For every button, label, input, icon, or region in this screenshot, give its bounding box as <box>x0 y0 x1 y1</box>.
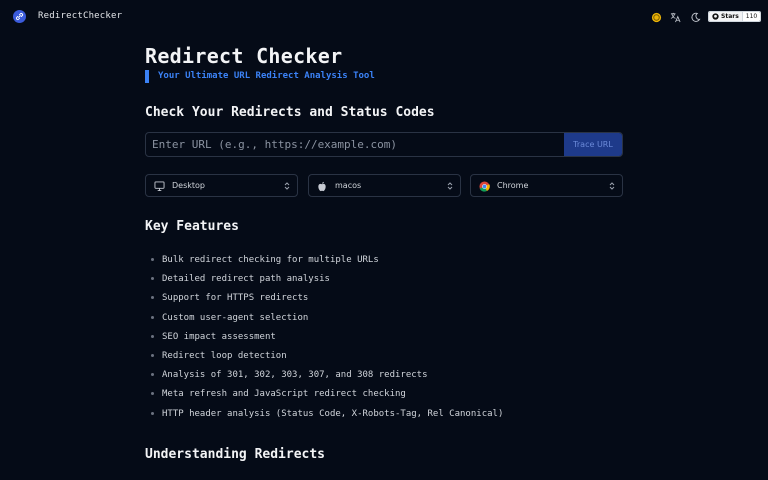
list-item: HTTP header analysis (Status Code, X-Rob… <box>150 408 503 427</box>
trace-url-button[interactable]: Trace URL <box>564 133 622 156</box>
apple-icon <box>316 180 328 192</box>
list-item: Bulk redirect checking for multiple URLs <box>150 254 503 273</box>
chrome-icon <box>478 180 490 192</box>
list-item: Detailed redirect path analysis <box>150 273 503 292</box>
github-stars-badge[interactable]: Stars 110 <box>708 11 762 22</box>
top-navbar: RedirectChecker Stars 110 <box>0 0 768 34</box>
url-input[interactable] <box>146 133 564 156</box>
github-stars-count: 110 <box>741 12 761 21</box>
list-item: Meta refresh and JavaScript redirect che… <box>150 388 503 407</box>
link-logo-icon[interactable] <box>13 10 26 23</box>
browser-select-value: Chrome <box>497 181 529 190</box>
device-select[interactable]: Desktop <box>145 174 298 197</box>
chevron-up-down-icon <box>608 180 616 192</box>
chevron-up-down-icon <box>446 180 454 192</box>
translate-icon[interactable] <box>669 11 681 23</box>
list-item: Redirect loop detection <box>150 350 503 369</box>
page-title: Redirect Checker <box>145 44 343 68</box>
list-item: Support for HTTPS redirects <box>150 292 503 311</box>
device-select-value: Desktop <box>172 181 205 190</box>
browser-select[interactable]: Chrome <box>470 174 623 197</box>
features-list: Bulk redirect checking for multiple URLs… <box>150 254 503 427</box>
features-heading: Key Features <box>145 219 239 234</box>
brand-name[interactable]: RedirectChecker <box>38 11 122 21</box>
monitor-icon <box>153 180 165 192</box>
list-item: Analysis of 301, 302, 303, 307, and 308 … <box>150 369 503 388</box>
list-item: SEO impact assessment <box>150 331 503 350</box>
tagline-accent-bar <box>145 70 149 83</box>
dark-mode-moon-icon[interactable] <box>689 11 701 23</box>
url-form: Trace URL <box>145 132 623 157</box>
chevron-up-down-icon <box>283 180 291 192</box>
github-icon <box>712 13 719 20</box>
tagline: Your Ultimate URL Redirect Analysis Tool <box>158 71 375 81</box>
check-heading: Check Your Redirects and Status Codes <box>145 105 435 120</box>
os-select-value: macos <box>335 181 362 190</box>
list-item: Custom user-agent selection <box>150 312 503 331</box>
github-stars-label: Stars <box>721 13 739 20</box>
os-select[interactable]: macos <box>308 174 461 197</box>
understanding-heading: Understanding Redirects <box>145 447 326 462</box>
sponsor-coin-icon[interactable] <box>650 11 662 23</box>
